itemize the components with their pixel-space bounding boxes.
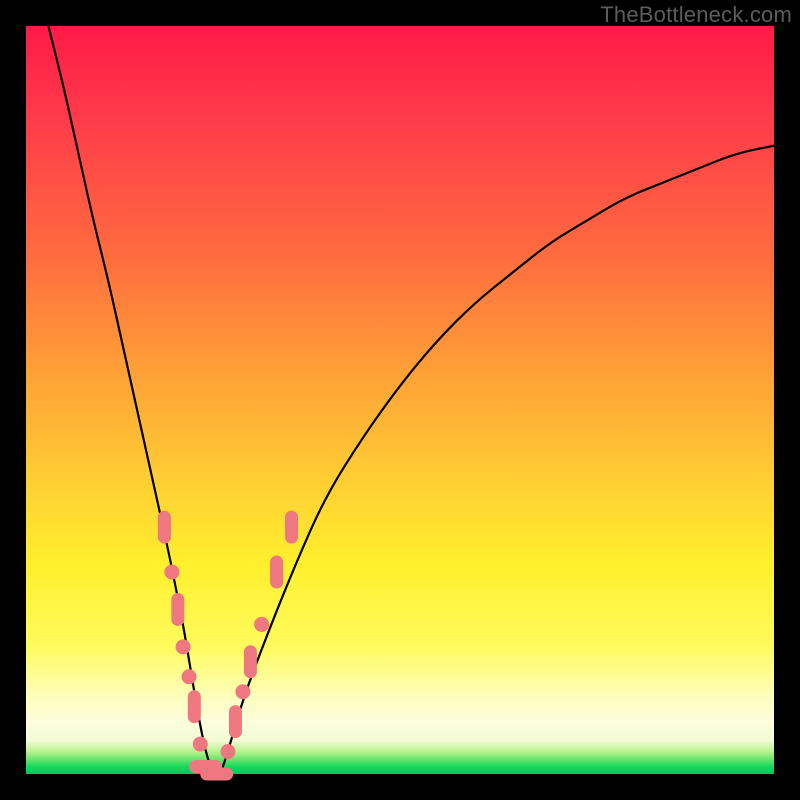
curve-marker (158, 511, 170, 543)
curve-marker (244, 646, 256, 678)
bottleneck-curve (48, 26, 774, 774)
curve-marker (172, 593, 184, 625)
marker-layer (158, 511, 297, 780)
curve-marker (193, 737, 207, 751)
curve-marker (221, 745, 235, 759)
curve-marker (286, 511, 298, 543)
watermark-text: TheBottleneck.com (600, 2, 792, 28)
curve-marker (201, 768, 233, 780)
curve-marker (236, 685, 250, 699)
bottleneck-curve-svg (26, 26, 774, 774)
curve-marker (182, 670, 196, 684)
curve-marker (229, 706, 241, 738)
curve-marker (188, 691, 200, 723)
plot-area (26, 26, 774, 774)
curve-marker (255, 617, 269, 631)
curve-marker (271, 556, 283, 588)
curve-marker (165, 565, 179, 579)
chart-frame: TheBottleneck.com (0, 0, 800, 800)
curve-marker (176, 640, 190, 654)
